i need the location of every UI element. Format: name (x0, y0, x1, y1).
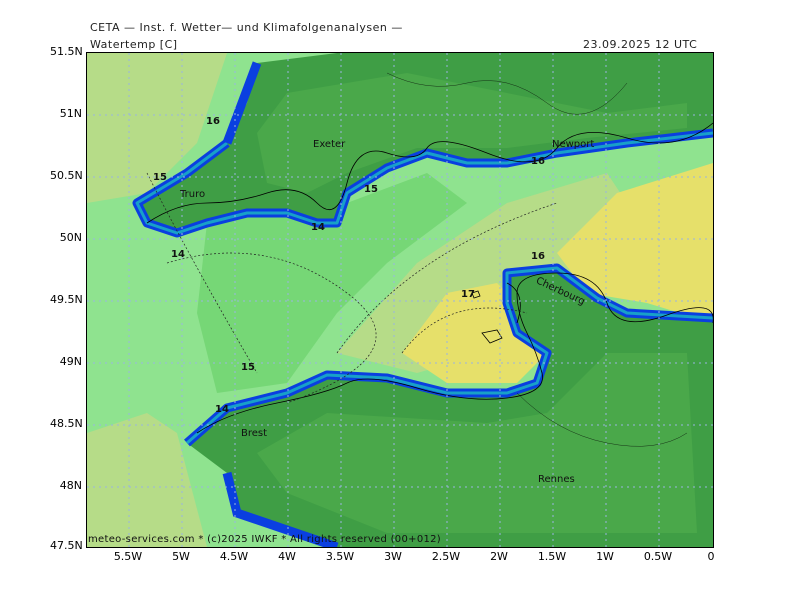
lat-label: 47.5N (50, 539, 83, 552)
isoline-label: 16 (206, 116, 220, 127)
isoline-label: 17 (461, 289, 475, 300)
lat-label: 51.5N (50, 45, 83, 58)
lat-label: 50.5N (50, 169, 83, 182)
place-brest: Brest (241, 428, 268, 439)
isoline-label: 15 (364, 184, 378, 195)
lon-label: 0 (707, 550, 715, 563)
map-panel (86, 52, 714, 548)
datetime-label: 23.09.2025 12 UTC (583, 38, 698, 51)
place-newport: Newport (552, 139, 595, 150)
lat-label: 48N (59, 479, 82, 492)
lon-label: 3.5W (325, 550, 355, 563)
model-title: CETA — Inst. f. Wetter— und Klimafolgena… (90, 21, 403, 34)
lon-label: 1.5W (537, 550, 567, 563)
lon-label: 2W (490, 550, 508, 563)
variable-label: Watertemp [C] (90, 38, 178, 51)
isoline-label: 14 (171, 249, 185, 260)
isoline-label: 14 (215, 404, 229, 415)
lat-label: 49N (59, 355, 82, 368)
copyright-footer: meteo-services.com * (c)2025 IWKF * All … (88, 534, 442, 545)
isoline-label: 16 (531, 156, 545, 167)
isoline-label: 16 (531, 251, 545, 262)
place-truro: Truro (180, 189, 206, 200)
lon-label: 1W (596, 550, 614, 563)
lat-label: 48.5N (50, 417, 83, 430)
lon-label: 5.5W (113, 550, 143, 563)
lat-label: 50N (59, 231, 82, 244)
isoline-label: 15 (153, 172, 167, 183)
place-exeter: Exeter (313, 139, 346, 150)
isoline-label: 14 (311, 222, 325, 233)
lon-label: 3W (384, 550, 402, 563)
lat-label: 51N (59, 107, 82, 120)
place-rennes: Rennes (538, 474, 575, 485)
isoline-label: 15 (241, 362, 255, 373)
lon-label: 5W (172, 550, 190, 563)
lon-label: 0.5W (643, 550, 673, 563)
lon-label: 4W (278, 550, 296, 563)
lat-label: 49.5N (50, 293, 83, 306)
lon-label: 4.5W (219, 550, 249, 563)
lon-label: 2.5W (431, 550, 461, 563)
water-temperature-map (87, 53, 713, 547)
